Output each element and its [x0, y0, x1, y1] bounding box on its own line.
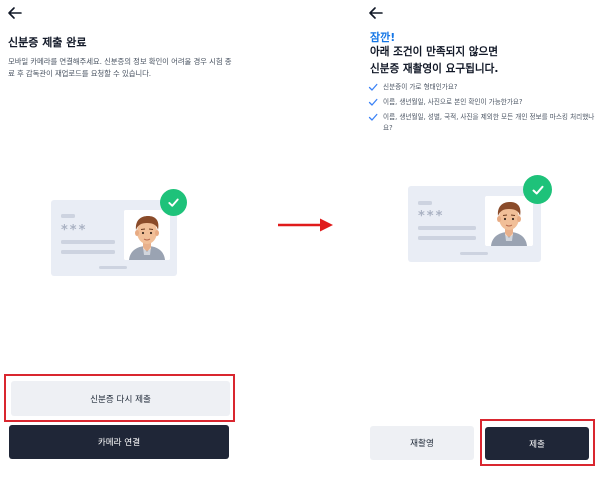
person-avatar-icon: [486, 196, 532, 246]
verified-badge: [160, 189, 187, 216]
verified-badge: [523, 175, 552, 204]
card-line: [418, 226, 476, 230]
back-button[interactable]: [367, 4, 385, 22]
alert-word: 잠깐!: [370, 31, 396, 44]
check-circle-icon: [532, 185, 543, 194]
retake-warning-screen: 잠깐! 아래 조건이 만족되지 않으면 신분증 재촬영이 요구됩니다. 신분증이…: [360, 0, 600, 489]
person-avatar-icon: [124, 210, 170, 260]
card-line: [61, 240, 115, 244]
card-line: [99, 266, 127, 269]
id-photo: [485, 196, 533, 246]
id-card-illustration: ***: [408, 186, 541, 262]
masked-text: ***: [418, 209, 445, 224]
checklist-text: 이름, 생년월일, 성별, 국적, 사진을 제외한 모든 개인 정보를 마스킹 …: [383, 113, 595, 132]
requirements-checklist: 신분증이 가로 형태인가요? 이름, 생년월일, 사진으로 본인 확인이 가능한…: [368, 82, 596, 138]
checklist-item: 이름, 생년월일, 사진으로 본인 확인이 가능한가요?: [368, 97, 596, 108]
id-photo: [124, 210, 170, 260]
page-headline: 아래 조건이 만족되지 않으면 신분증 재촬영이 요구됩니다.: [370, 44, 498, 78]
id-card-illustration: ***: [51, 200, 177, 276]
card-line: [418, 236, 476, 240]
arrow-left-icon: [369, 7, 383, 19]
headline-line-1: 아래 조건이 만족되지 않으면: [370, 46, 499, 58]
card-line: [460, 252, 488, 255]
page-title: 신분증 제출 완료: [8, 36, 87, 49]
highlight-box: [4, 374, 235, 422]
checklist-item: 신분증이 가로 형태인가요?: [368, 82, 596, 93]
check-circle-icon: [168, 198, 179, 207]
card-line: [61, 250, 115, 254]
connect-camera-button[interactable]: 카메라 연결: [9, 425, 229, 459]
card-line: [61, 214, 75, 218]
checklist-text: 신분증이 가로 형태인가요?: [383, 83, 458, 91]
checklist-text: 이름, 생년월일, 사진으로 본인 확인이 가능한가요?: [383, 98, 523, 106]
highlight-box: [480, 419, 595, 466]
arrow-right-icon: [278, 218, 333, 232]
back-button[interactable]: [6, 4, 24, 22]
retake-button[interactable]: 재촬영: [370, 426, 474, 460]
headline-line-2: 신분증 재촬영이 요구됩니다.: [370, 63, 499, 75]
masked-text: ***: [61, 223, 88, 238]
checklist-item: 이름, 생년월일, 성별, 국적, 사진을 제외한 모든 개인 정보를 마스킹 …: [368, 112, 596, 134]
check-icon: [368, 112, 379, 123]
page-description: 모바일 카메라를 연결해주세요. 신분증의 정보 확인이 어려울 경우 시험 종…: [8, 57, 232, 78]
id-submission-complete-screen: 신분증 제출 완료 모바일 카메라를 연결해주세요. 신분증의 정보 확인이 어…: [0, 0, 240, 489]
check-icon: [368, 82, 379, 93]
card-line: [418, 201, 432, 205]
arrow-left-icon: [8, 7, 22, 19]
check-icon: [368, 97, 379, 108]
